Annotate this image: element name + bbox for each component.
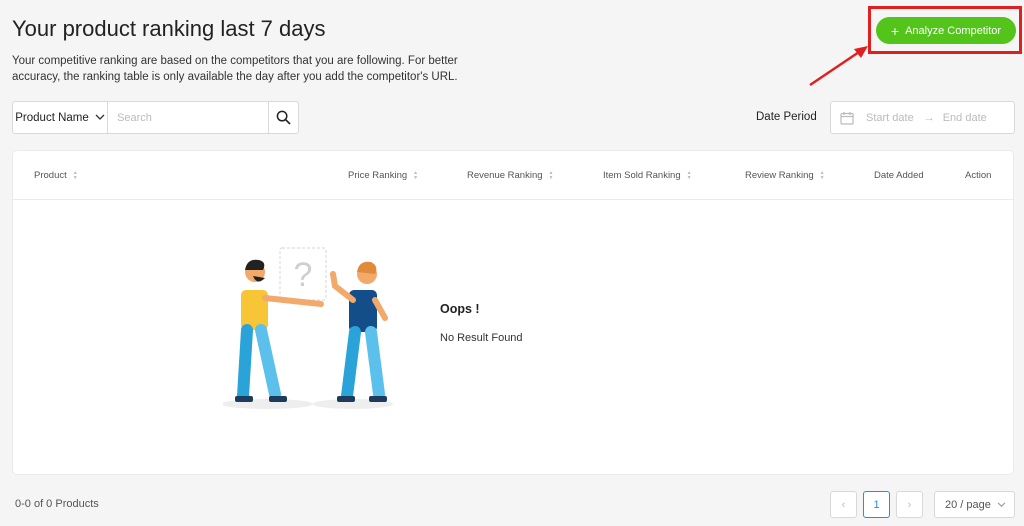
column-header-date-added: Date Added (874, 170, 924, 181)
arrow-right-icon: → (923, 111, 935, 124)
column-label: Price Ranking (348, 170, 408, 181)
date-period-label: Date Period (756, 111, 817, 123)
column-header-price-ranking[interactable]: Price Ranking ▲ ▼ (348, 170, 418, 181)
search-field-label: Product Name (15, 111, 89, 124)
plus-icon: + (890, 22, 900, 39)
prev-page-button[interactable]: ‹ (830, 491, 857, 518)
ranking-table: Product ▲ ▼ Price Ranking ▲ ▼ Revenue Rank… (12, 150, 1014, 475)
analyze-competitor-button[interactable]: + Analyze Competitor (876, 17, 1016, 44)
page-title: Your product ranking last 7 days (12, 16, 326, 41)
column-label: Item Sold Ranking (603, 170, 681, 181)
pagination-summary: 0-0 of 0 Products (15, 498, 99, 510)
column-header-product[interactable]: Product ▲ ▼ (34, 170, 78, 181)
chevron-down-icon (997, 500, 1006, 510)
page-button-current[interactable]: 1 (863, 491, 890, 518)
annotation-arrow-icon (809, 46, 868, 87)
page-size-select[interactable]: 20 / page (934, 491, 1015, 518)
search-button[interactable] (268, 102, 298, 133)
chevron-right-icon: › (907, 498, 912, 511)
chevron-down-icon (95, 113, 105, 123)
empty-state-title: Oops ! (440, 302, 480, 316)
analyze-competitor-label: Analyze Competitor (905, 24, 1002, 37)
sort-icon: ▲ ▼ (686, 169, 692, 181)
start-date-input[interactable]: Start date (866, 112, 914, 124)
page-description: Your competitive ranking are based on th… (12, 55, 458, 83)
column-label: Date Added (874, 170, 924, 181)
sort-icon: ▲ ▼ (72, 169, 78, 181)
column-label: Review Ranking (745, 170, 814, 181)
svg-text:?: ? (294, 256, 313, 294)
calendar-icon (840, 111, 854, 125)
search-icon (276, 110, 291, 125)
next-page-button[interactable]: › (896, 491, 923, 518)
search-field-select[interactable]: Product Name (13, 102, 109, 133)
table-header: Product ▲ ▼ Price Ranking ▲ ▼ Revenue Rank… (13, 151, 1013, 200)
date-range-picker[interactable]: Start date → End date (830, 101, 1015, 134)
chevron-left-icon: ‹ (841, 498, 846, 511)
sort-icon: ▲ ▼ (548, 169, 554, 181)
sort-icon: ▲ ▼ (819, 169, 825, 181)
column-label: Product (34, 170, 67, 181)
column-header-revenue-ranking[interactable]: Revenue Ranking ▲ ▼ (467, 170, 553, 181)
column-label: Revenue Ranking (467, 170, 543, 181)
product-search-bar: Product Name (12, 101, 299, 134)
column-header-action: Action (965, 170, 991, 181)
column-label: Action (965, 170, 992, 181)
search-input[interactable] (108, 102, 269, 133)
empty-state-illustration: ? (223, 247, 393, 409)
sort-icon: ▲ ▼ (413, 169, 419, 181)
column-header-review-ranking[interactable]: Review Ranking ▲ ▼ (745, 170, 825, 181)
empty-state-message: No Result Found (440, 332, 523, 344)
column-header-item-sold-ranking[interactable]: Item Sold Ranking ▲ ▼ (603, 170, 692, 181)
end-date-input[interactable]: End date (943, 112, 987, 124)
page-size-label: 20 / page (945, 498, 991, 511)
